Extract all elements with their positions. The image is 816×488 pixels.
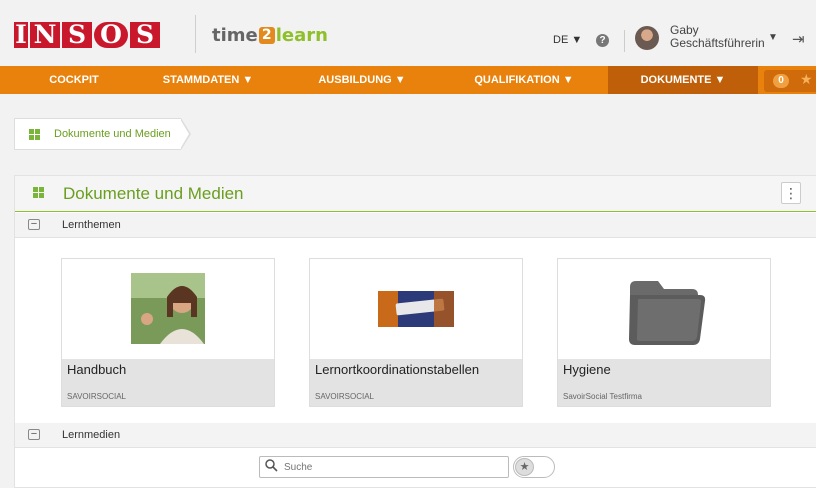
app-header: I N S O S time 2 learn DE ▼ ? Gaby Gesch…: [0, 0, 816, 66]
star-icon: ★: [515, 458, 534, 476]
logo-letter: N: [30, 22, 60, 48]
logo-letter: O: [94, 22, 128, 48]
search-icon: [265, 459, 278, 475]
document-card-lernortkoordinationstabellen[interactable]: Lernortkoordinationstabellen SAVOIRSOCIA…: [309, 258, 523, 407]
nav-item-cockpit[interactable]: COCKPIT: [44, 66, 104, 94]
card-title: Hygiene: [563, 362, 611, 377]
documents-panel: Dokumente und Medien ⋮ − Lernthemen Hand…: [14, 175, 816, 488]
collapse-icon[interactable]: −: [28, 219, 40, 230]
breadcrumb-arrow: [179, 118, 191, 150]
card-footer: Hygiene SavoirSocial Testfirma: [558, 359, 770, 406]
nav-item-ausbildung[interactable]: AUSBILDUNG ▼: [312, 66, 412, 94]
collapse-icon[interactable]: −: [28, 429, 40, 440]
card-title: Handbuch: [67, 362, 127, 377]
favorites-count: 0: [773, 74, 789, 88]
logo-letter: I: [14, 20, 28, 49]
insos-logo[interactable]: I N S O S: [14, 22, 160, 48]
language-selector[interactable]: DE ▼: [553, 34, 582, 46]
folder-icon: [558, 259, 770, 359]
group-header-lernthemen[interactable]: − Lernthemen: [15, 213, 816, 238]
group-label: Lernmedien: [62, 429, 121, 441]
page-title: Dokumente und Medien: [63, 184, 244, 203]
search-input[interactable]: [284, 459, 504, 475]
card-subtitle: SavoirSocial Testfirma: [563, 392, 642, 401]
breadcrumb: Dokumente und Medien: [14, 118, 191, 150]
card-subtitle: SAVOIRSOCIAL: [67, 392, 126, 401]
chevron-down-icon[interactable]: ▼: [768, 32, 778, 43]
time2learn-logo[interactable]: time 2 learn: [212, 25, 328, 46]
favorites-filter-toggle[interactable]: ★: [513, 456, 555, 478]
breadcrumb-item[interactable]: Dokumente und Medien: [14, 118, 181, 150]
logo-divider: [195, 15, 196, 53]
breadcrumb-label: Dokumente und Medien: [54, 128, 171, 140]
user-role: Geschäftsführerin: [670, 36, 765, 50]
nav-item-dokumente[interactable]: DOKUMENTE ▼: [608, 66, 758, 94]
user-menu[interactable]: Gaby Geschäftsführerin: [670, 24, 765, 50]
favorites-badge[interactable]: 0 ★: [764, 70, 816, 92]
search-box: [259, 456, 509, 478]
header-separator: [624, 30, 625, 52]
group-label: Lernthemen: [62, 219, 121, 231]
nav-item-stammdaten[interactable]: STAMMDATEN ▼: [158, 66, 258, 94]
documents-icon: [33, 187, 44, 198]
logo-letter: S: [130, 22, 160, 48]
group-header-lernmedien[interactable]: − Lernmedien: [15, 423, 816, 448]
card-subtitle: SAVOIRSOCIAL: [315, 392, 374, 401]
logo-part-number: 2: [258, 27, 275, 44]
avatar[interactable]: [635, 26, 659, 50]
card-title: Lernortkoordinationstabellen: [315, 362, 480, 377]
card-footer: Handbuch SAVOIRSOCIAL: [62, 359, 274, 406]
logo-part-time: time: [212, 25, 258, 46]
logo-letter: S: [62, 22, 92, 48]
document-card-hygiene[interactable]: Hygiene SavoirSocial Testfirma: [557, 258, 771, 407]
more-menu-button[interactable]: ⋮: [781, 182, 801, 204]
photo-keyboard-icon: [310, 259, 522, 359]
help-icon[interactable]: ?: [596, 34, 609, 47]
documents-icon: [29, 128, 40, 140]
logout-icon[interactable]: ⇥: [792, 30, 805, 48]
nav-item-qualifikation[interactable]: QUALIFIKATION ▼: [468, 66, 580, 94]
panel-header: Dokumente und Medien ⋮: [15, 176, 816, 212]
main-nav: COCKPIT STAMMDATEN ▼ AUSBILDUNG ▼ QUALIF…: [0, 66, 816, 94]
logo-part-learn: learn: [275, 25, 328, 46]
document-card-handbuch[interactable]: Handbuch SAVOIRSOCIAL: [61, 258, 275, 407]
photo-woman-icon: [62, 259, 274, 359]
star-icon: ★: [800, 71, 813, 87]
card-footer: Lernortkoordinationstabellen SAVOIRSOCIA…: [310, 359, 522, 406]
